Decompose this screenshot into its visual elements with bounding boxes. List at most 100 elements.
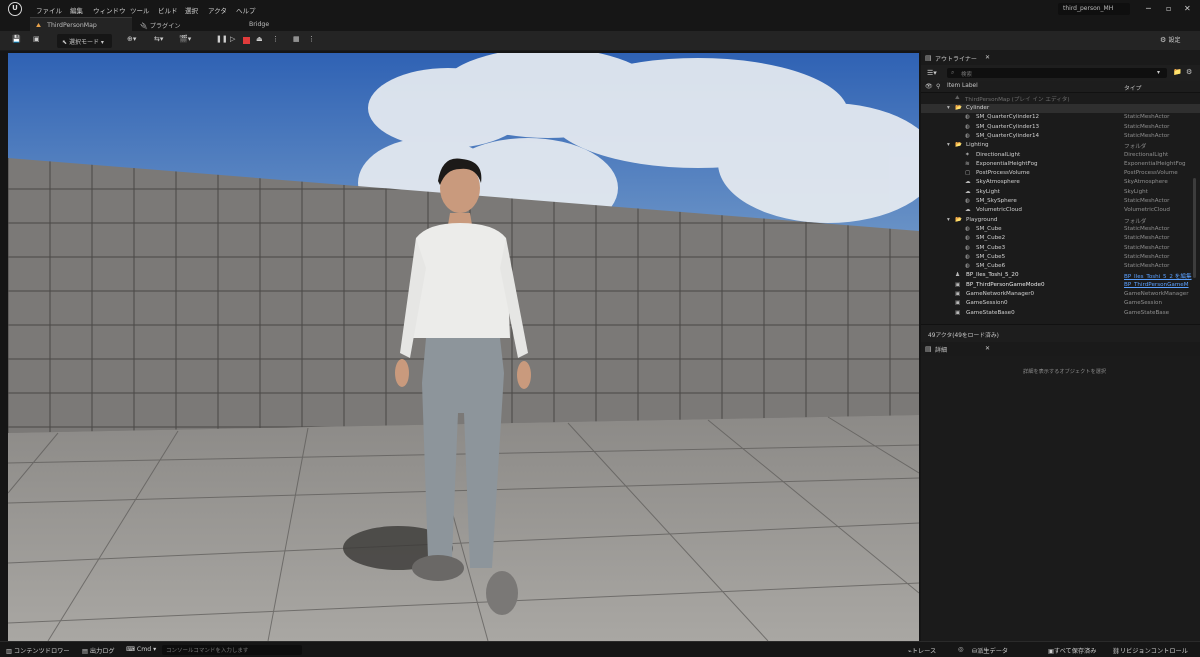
- outliner-row-type-link[interactable]: BP_Iles_Toshi_5_2 を編集: [1124, 272, 1192, 280]
- outliner-row[interactable]: ▢ PostProcessVolume PostProcessVolume: [921, 169, 1200, 178]
- outliner-row[interactable]: ▣ GameSession0 GameSession: [921, 299, 1200, 308]
- outliner-row[interactable]: ✶ DirectionalLight DirectionalLight: [921, 151, 1200, 160]
- chevron-down-icon[interactable]: ▾: [947, 217, 950, 223]
- visibility-eye-icon[interactable]: 👁: [925, 83, 933, 90]
- outliner-row-label: GameStateBase0: [966, 309, 1015, 316]
- outliner-scrollbar[interactable]: [1193, 178, 1196, 278]
- outliner-row[interactable]: ≋ ExponentialHeightFog ExponentialHeightFo…: [921, 160, 1200, 169]
- tab-plugins[interactable]: 🔌 プラグイン: [134, 17, 187, 31]
- pause-icon[interactable]: ❚❚: [216, 35, 228, 47]
- outliner-row[interactable]: ◍ SM_Cube3 StaticMeshActor: [921, 244, 1200, 253]
- outliner-row[interactable]: ◍ SM_Cube2 StaticMeshActor: [921, 234, 1200, 243]
- trace-button[interactable]: ⌁トレース: [908, 646, 936, 655]
- level-viewport[interactable]: [8, 53, 919, 641]
- outliner-tab-title[interactable]: アウトライナー: [935, 54, 977, 63]
- outliner-row[interactable]: ♟ BP_Iles_Toshi_5_20 BP_Iles_Toshi_5_2 を編集: [921, 271, 1200, 280]
- outliner-row[interactable]: ◍ SM_QuarterCylinder13 StaticMeshActor: [921, 123, 1200, 132]
- add-actor-icon[interactable]: ⊕▾: [127, 35, 136, 47]
- outliner-row-label: SM_SkySphere: [976, 198, 1017, 204]
- outliner-icon: ▤: [925, 54, 932, 62]
- play-options-icon[interactable]: ⋮: [272, 35, 279, 47]
- menu-file[interactable]: ファイル: [36, 5, 62, 15]
- monitor-icon[interactable]: ◎: [958, 646, 963, 653]
- outliner-row[interactable]: ▣ GameNetworkManager0 GameNetworkManager: [921, 290, 1200, 299]
- minimize-button[interactable]: ─: [1146, 4, 1151, 13]
- static-mesh-icon: ◍: [965, 132, 970, 139]
- outliner-row[interactable]: ◍ SM_Cube StaticMeshActor: [921, 225, 1200, 234]
- outliner-row[interactable]: ▣ GameStateBase0 GameStateBase: [921, 309, 1200, 318]
- static-mesh-icon: ◍: [965, 263, 970, 270]
- cinematics-icon[interactable]: 🎬▾: [179, 35, 191, 47]
- output-log-button[interactable]: ▤ 出力ログ: [82, 646, 115, 655]
- outliner-row[interactable]: ▾ 📂 Playground フォルダ: [921, 216, 1200, 225]
- skip-frame-icon[interactable]: ▷: [230, 35, 235, 47]
- blueprint-icon[interactable]: ⇆▾: [154, 35, 163, 47]
- menu-select[interactable]: 選択: [185, 5, 198, 15]
- outliner-row[interactable]: ◍ SM_QuarterCylinder14 StaticMeshActor: [921, 132, 1200, 141]
- main-toolbar: 💾 ▣ ⬉ 選択モード ▾ ⊕▾ ⇆▾ 🎬▾ ❚❚ ▷ ⏏ ⋮ ▦ ⋮ ⚙ 設定: [0, 31, 1200, 51]
- outliner-row[interactable]: ▣ BP_ThirdPersonGameMode0 BP_ThirdPersonGa…: [921, 281, 1200, 290]
- new-folder-icon[interactable]: 📁: [1173, 68, 1182, 76]
- chevron-down-icon[interactable]: ▾: [947, 142, 950, 148]
- menu-actor[interactable]: アクタ: [208, 5, 227, 15]
- menu-edit[interactable]: 編集: [70, 5, 83, 15]
- chevron-down-icon[interactable]: ▾: [1157, 69, 1160, 76]
- trace-label: トレース: [911, 648, 937, 655]
- outliner-row-label: SM_Cube3: [976, 244, 1006, 251]
- outliner-row-label: BP_Iles_Toshi_5_20: [966, 272, 1019, 279]
- content-drawer-button[interactable]: ▥ コンテンツドロワー: [6, 646, 70, 655]
- console-command-input[interactable]: コンソールコマンドを入力します: [162, 645, 302, 655]
- save-all-button[interactable]: ▣すべて保存済み: [1048, 646, 1097, 655]
- stop-button[interactable]: [243, 37, 250, 49]
- menu-build[interactable]: ビルド: [158, 5, 178, 15]
- cmd-button[interactable]: ⌨ Cmd ▾: [126, 646, 156, 653]
- outliner-root-row[interactable]: ⛰ ThirdPersonMap (プレイ イン エディタ): [921, 94, 1200, 103]
- column-type[interactable]: タイプ: [1124, 83, 1141, 92]
- menu-tools[interactable]: ツール: [130, 5, 150, 15]
- revision-control-button[interactable]: ⛓リビジョンコントロール: [1112, 646, 1188, 655]
- close-tab-icon[interactable]: ✕: [985, 345, 990, 352]
- fog-icon: ≋: [965, 160, 970, 167]
- settings-button[interactable]: ⚙ 設定: [1160, 35, 1181, 47]
- tab-third-person-map[interactable]: ⛰ ThirdPersonMap: [30, 17, 132, 31]
- menu-bar: U ファイル 編集 ウィンドウ ツール ビルド 選択 アクタ ヘルプ third…: [0, 0, 1200, 17]
- plugin-icon: 🔌: [140, 23, 148, 30]
- save-icon[interactable]: 💾: [12, 35, 21, 47]
- outliner-row[interactable]: ◍ SM_SkySphere StaticMeshActor: [921, 197, 1200, 206]
- chevron-down-icon[interactable]: ▾: [947, 105, 950, 111]
- details-tab-title[interactable]: 詳細: [935, 345, 947, 354]
- column-item-label[interactable]: Item Label: [947, 83, 978, 89]
- mode-select-dropdown[interactable]: ⬉ 選択モード ▾: [57, 34, 112, 48]
- filter-icon[interactable]: ☰▾: [927, 69, 937, 77]
- more-options-icon[interactable]: ⋮: [308, 35, 315, 47]
- outliner-row[interactable]: ◍ SM_QuarterCylinder12 StaticMeshActor: [921, 113, 1200, 122]
- outliner-row[interactable]: ▾ 📂 Lighting フォルダ: [921, 141, 1200, 150]
- outliner-row[interactable]: ◍ SM_Cube5 StaticMeshActor: [921, 253, 1200, 262]
- menu-window[interactable]: ウィンドウ: [93, 5, 126, 15]
- outliner-row[interactable]: ◍ SM_Cube6 StaticMeshActor: [921, 262, 1200, 271]
- outliner-row[interactable]: ☁ SkyAtmosphere SkyAtmosphere: [921, 178, 1200, 187]
- pin-icon[interactable]: ⚲: [936, 83, 940, 90]
- outliner-row[interactable]: ▾ 📂 Cylinder: [921, 104, 1200, 114]
- outliner-row-label: SM_Cube: [976, 225, 1002, 232]
- eject-icon[interactable]: ⏏: [256, 35, 263, 47]
- search-input[interactable]: ⌕ 検索 ▾: [947, 68, 1167, 78]
- outliner-row[interactable]: ☁ VolumetricCloud VolumetricCloud: [921, 206, 1200, 215]
- sky-icon: ☁: [965, 188, 971, 195]
- outliner-row[interactable]: ☁ SkyLight SkyLight: [921, 188, 1200, 197]
- gear-icon[interactable]: ⚙: [1186, 68, 1192, 76]
- close-window-button[interactable]: ✕: [1184, 4, 1191, 13]
- platforms-icon[interactable]: ▦: [293, 35, 300, 47]
- outliner-row-type: フォルダ: [1124, 144, 1147, 151]
- maximize-button[interactable]: ▫: [1166, 4, 1171, 13]
- volume-icon: ▢: [965, 170, 971, 177]
- actor-count-label: 49アクタ(49をロード済み): [928, 333, 999, 339]
- menu-help[interactable]: ヘルプ: [236, 5, 256, 15]
- static-mesh-icon: ◍: [965, 198, 970, 204]
- close-tab-icon[interactable]: ✕: [985, 54, 990, 61]
- tab-bridge[interactable]: Bridge: [243, 17, 275, 31]
- outliner-row-type-link[interactable]: BP_ThirdPersonGameM: [1124, 282, 1189, 288]
- revision-control-label: リビジョンコントロール: [1119, 648, 1188, 655]
- browse-icon[interactable]: ▣: [33, 35, 40, 47]
- derived-data-button[interactable]: ⛁派生データ: [972, 646, 1008, 655]
